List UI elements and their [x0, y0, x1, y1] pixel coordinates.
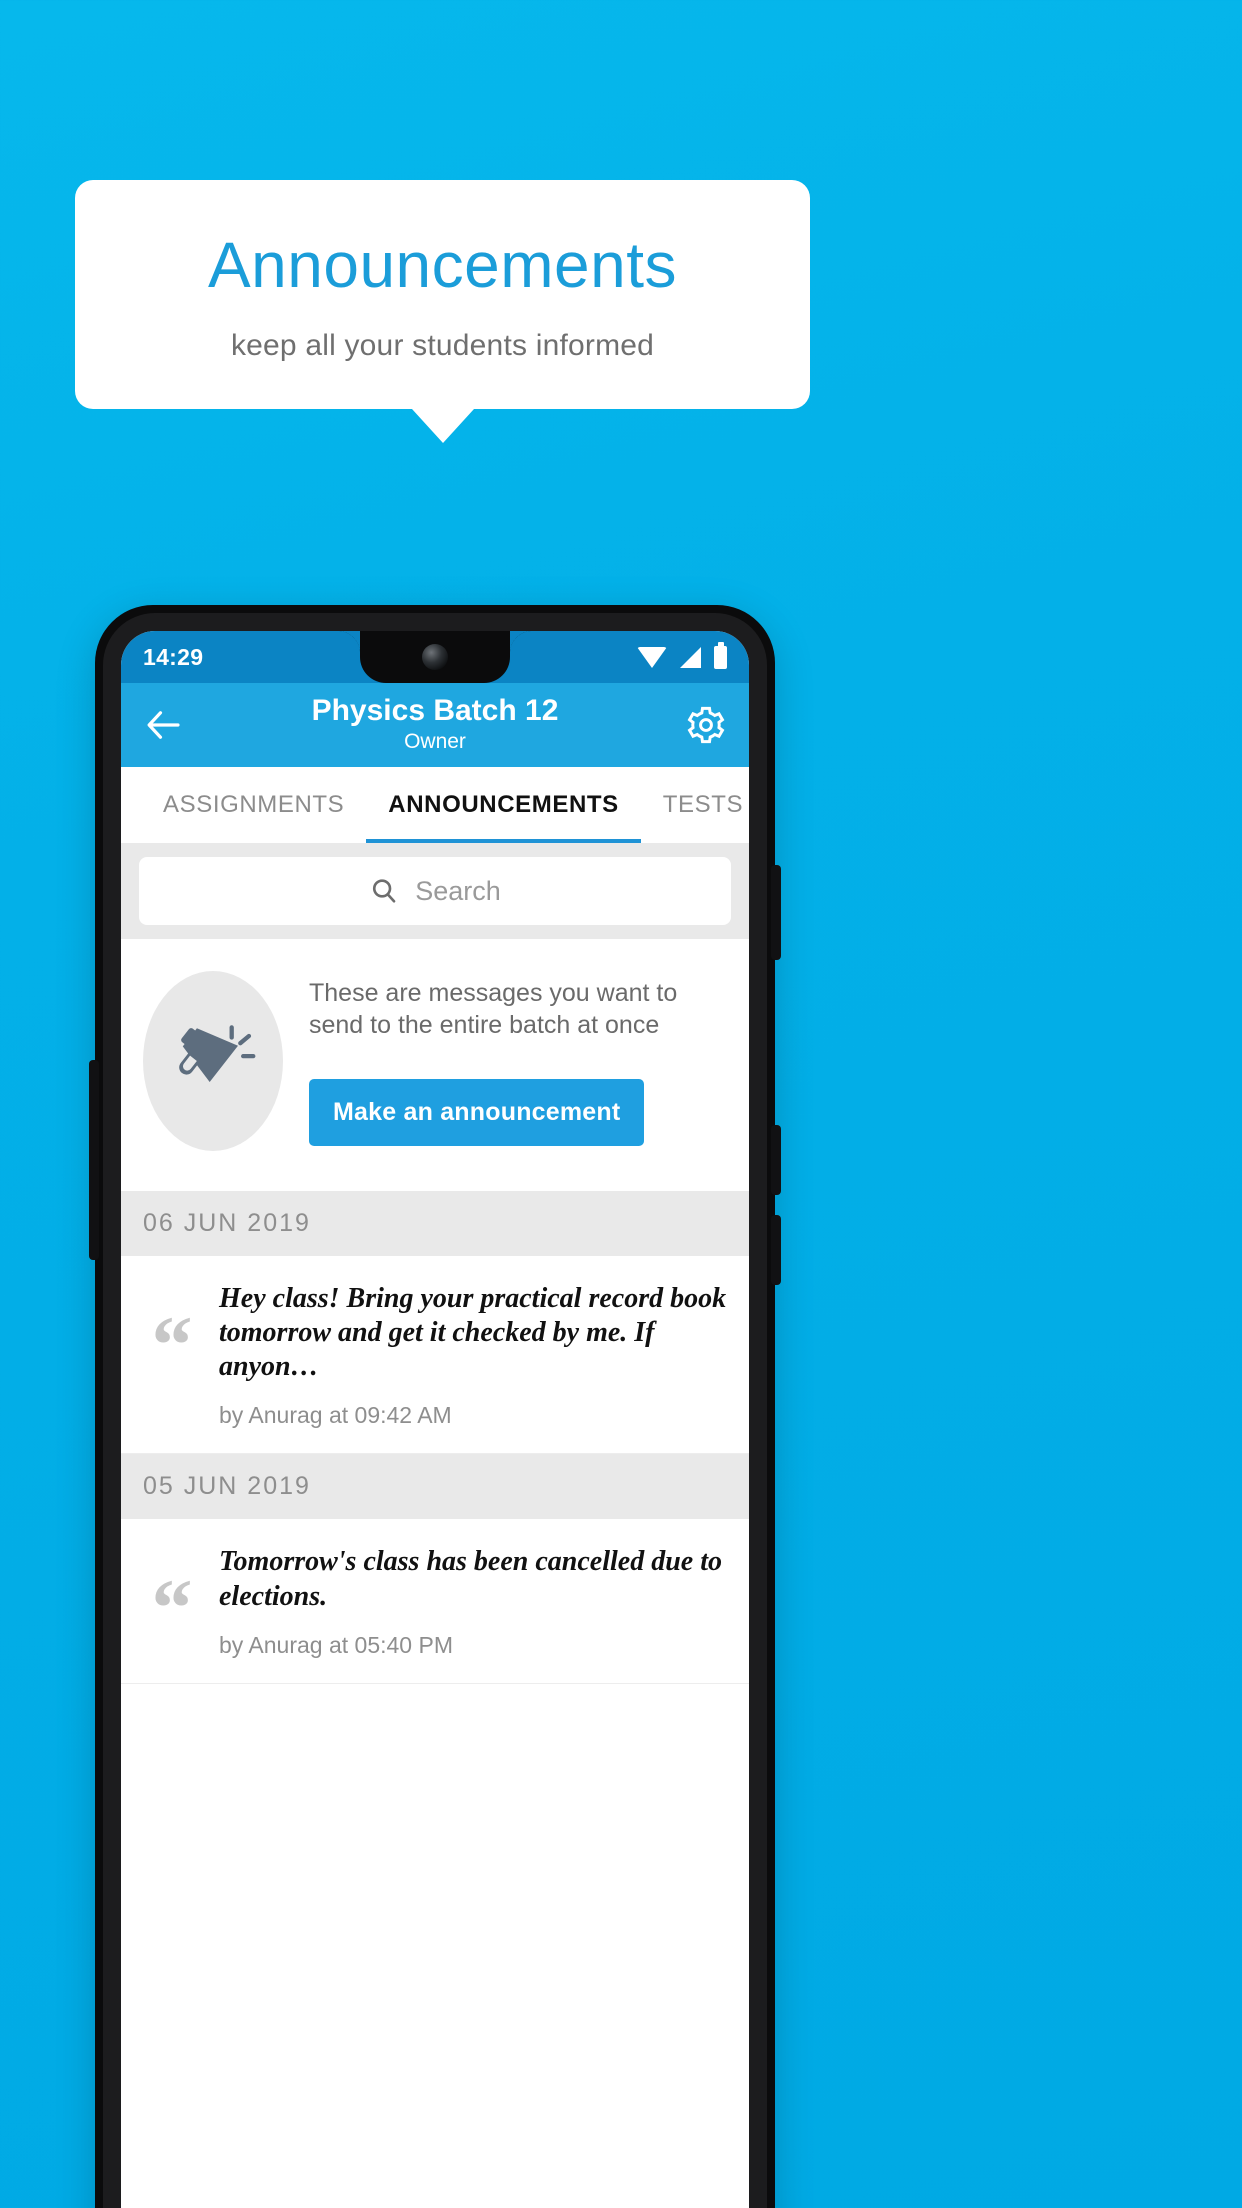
announcement-meta: by Anurag at 05:40 PM: [219, 1631, 453, 1658]
promo-text: These are messages you want to send to t…: [309, 979, 678, 1039]
search-input[interactable]: Search: [139, 857, 731, 925]
phone-power-button: [771, 865, 781, 960]
date-header: 05 JUN 2019: [121, 1454, 749, 1520]
announcement-list-item[interactable]: “ Tomorrow's class has been cancelled du…: [121, 1519, 749, 1684]
announcement-text: Tomorrow's class has been cancelled due …: [219, 1546, 722, 1612]
app-bar-titles: Physics Batch 12 Owner: [121, 694, 749, 755]
banner-title: Announcements: [207, 229, 678, 301]
megaphone-icon: [167, 1013, 259, 1110]
battery-icon: [714, 645, 727, 669]
banner-tail-icon: [411, 409, 474, 444]
announcement-body: Hey class! Bring your practical record b…: [219, 1282, 727, 1429]
phone-volume-up-button: [771, 1125, 781, 1195]
announcement-list-item[interactable]: “ Hey class! Bring your practical record…: [121, 1256, 749, 1455]
date-header: 06 JUN 2019: [121, 1191, 749, 1256]
tab-bar[interactable]: ASSIGNMENTS ANNOUNCEMENTS TESTS ’: [121, 767, 749, 843]
wifi-icon: [637, 646, 667, 668]
status-icons: [637, 645, 727, 669]
signal-icon: [680, 646, 701, 668]
make-announcement-button[interactable]: Make an announcement: [309, 1079, 645, 1146]
banner-subtitle: keep all your students informed: [230, 329, 655, 363]
announcement-promo-card: These are messages you want to send to t…: [121, 939, 749, 1191]
search-placeholder: Search: [415, 875, 501, 906]
app-bar: Physics Batch 12 Owner: [121, 683, 749, 767]
back-arrow-icon[interactable]: [143, 704, 185, 746]
gear-icon[interactable]: [685, 704, 727, 746]
announcement-text: Hey class! Bring your practical record b…: [219, 1283, 727, 1383]
status-time: 14:29: [143, 643, 204, 670]
tab-assignments[interactable]: ASSIGNMENTS: [141, 767, 366, 843]
tab-announcements[interactable]: ANNOUNCEMENTS: [366, 767, 642, 843]
megaphone-badge: [143, 971, 283, 1151]
phone-volume-down-button: [771, 1215, 781, 1285]
announcement-meta: by Anurag at 09:42 AM: [219, 1402, 452, 1429]
phone-screen: 14:29 Physics Batch 12 Owner ASSIGNMENTS…: [121, 631, 749, 2208]
banner-card: Announcements keep all your students inf…: [75, 180, 810, 410]
search-zone: Search: [121, 843, 749, 939]
search-icon: [369, 876, 399, 906]
quote-icon: “: [151, 1562, 193, 1654]
front-camera-icon: [422, 644, 448, 670]
phone-mockup: 14:29 Physics Batch 12 Owner ASSIGNMENTS…: [89, 605, 781, 2208]
promo-content: These are messages you want to send to t…: [309, 971, 723, 1146]
quote-icon: “: [151, 1299, 193, 1390]
page-subtitle: Owner: [404, 730, 466, 754]
announcement-body: Tomorrow's class has been cancelled due …: [219, 1545, 727, 1658]
page-title: Physics Batch 12: [311, 694, 559, 728]
phone-side-button: [89, 1060, 99, 1260]
promo-banner: Announcements keep all your students inf…: [75, 180, 810, 444]
tab-tests[interactable]: TESTS: [641, 767, 749, 843]
